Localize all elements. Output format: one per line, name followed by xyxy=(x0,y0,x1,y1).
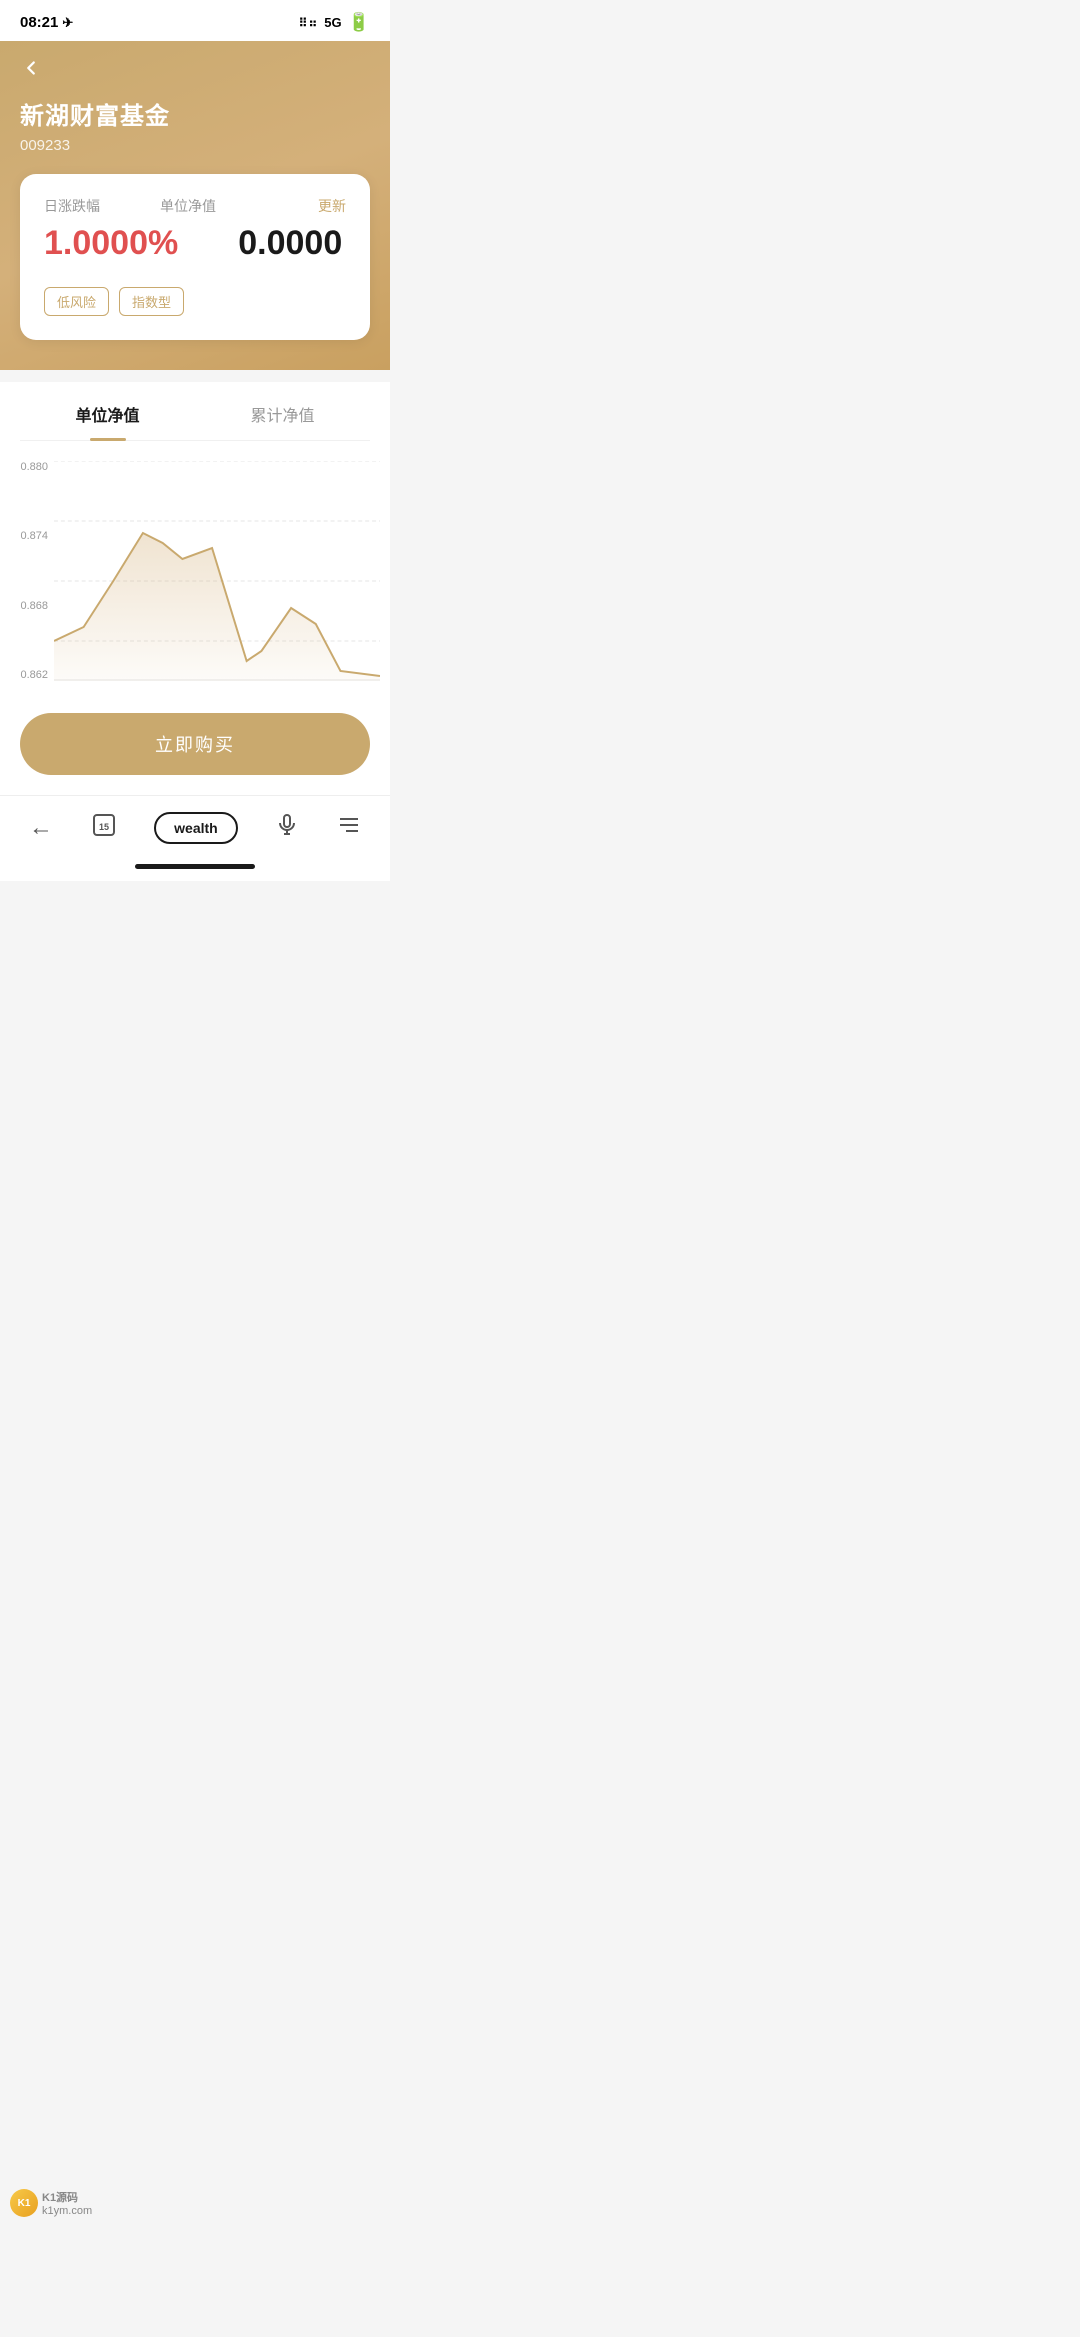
change-value: 1.0000% xyxy=(44,224,178,263)
tabs-section: 单位净值 累计净值 xyxy=(0,382,390,441)
y-label-3: 0.862 xyxy=(10,669,48,681)
fund-code: 009233 xyxy=(20,137,370,154)
watermark: K1 K1源码 k1ym.com xyxy=(10,2189,92,2217)
chart-svg xyxy=(54,461,380,681)
nav-mic-icon xyxy=(275,813,299,843)
nav-value: 0.0000 xyxy=(238,224,342,263)
chart-area xyxy=(54,461,380,681)
nav-wealth-button[interactable]: wealth xyxy=(144,808,248,848)
tag-low-risk: 低风险 xyxy=(44,287,109,316)
nav-back-icon: ← xyxy=(29,814,53,842)
nav-menu-icon xyxy=(337,813,361,843)
wealth-label: wealth xyxy=(154,812,238,844)
chart-section: 0.880 0.874 0.868 0.862 xyxy=(0,441,390,697)
fund-info-card: 日涨跌幅 单位净值 更新 1.0000% 0.0000 低风险 指数型 xyxy=(20,174,370,340)
tab-unit-nav[interactable]: 单位净值 xyxy=(20,402,195,440)
nav-back-button[interactable]: ← xyxy=(19,810,63,846)
buy-section: 立即购买 xyxy=(0,697,390,795)
tab-cumulative-nav[interactable]: 累计净值 xyxy=(195,402,370,440)
network-label: 5G xyxy=(324,15,341,30)
nav-home-icon: 15 xyxy=(91,812,117,844)
status-right: ⠿⠶ 5G 🔋 xyxy=(299,12,370,33)
nav-home-button[interactable]: 15 xyxy=(81,808,127,848)
status-left: 08:21 ✈ xyxy=(20,14,73,31)
battery-icon: 🔋 xyxy=(348,12,370,33)
status-bar: 08:21 ✈ ⠿⠶ 5G 🔋 xyxy=(0,0,390,41)
location-icon: ✈ xyxy=(62,15,73,31)
time-label: 08:21 xyxy=(20,14,58,31)
chart-fill xyxy=(54,533,380,681)
card-labels: 日涨跌幅 单位净值 xyxy=(44,196,216,216)
home-bar xyxy=(135,864,255,869)
nav-mic-button[interactable] xyxy=(265,809,309,847)
hero-section: 新湖财富基金 009233 日涨跌幅 单位净值 更新 1.0000% 0.000… xyxy=(0,41,390,370)
nav-label: 单位净值 xyxy=(160,196,216,216)
home-indicator xyxy=(0,856,390,881)
update-button[interactable]: 更新 xyxy=(318,196,346,216)
fund-name: 新湖财富基金 xyxy=(20,96,370,131)
card-values: 1.0000% 0.0000 xyxy=(44,224,346,263)
bottom-nav: ← 15 wealth xyxy=(0,795,390,856)
tag-index-type: 指数型 xyxy=(119,287,184,316)
buy-button[interactable]: 立即购买 xyxy=(20,713,370,775)
tag-container: 低风险 指数型 xyxy=(44,287,346,316)
svg-text:15: 15 xyxy=(98,822,108,832)
card-header: 日涨跌幅 单位净值 更新 xyxy=(44,196,346,216)
chart-y-labels: 0.880 0.874 0.868 0.862 xyxy=(10,461,48,681)
y-label-0: 0.880 xyxy=(10,461,48,473)
watermark-text: K1源码 k1ym.com xyxy=(42,2189,92,2217)
y-label-2: 0.868 xyxy=(10,600,48,612)
watermark-logo: K1 xyxy=(10,2189,38,2217)
chart-wrapper: 0.880 0.874 0.868 0.862 xyxy=(10,461,380,681)
y-label-1: 0.874 xyxy=(10,530,48,542)
tabs-row: 单位净值 累计净值 xyxy=(20,382,370,441)
back-button[interactable] xyxy=(20,41,370,96)
nav-menu-button[interactable] xyxy=(327,809,371,847)
signal-icon: ⠿⠶ xyxy=(299,16,319,30)
change-label: 日涨跌幅 xyxy=(44,196,100,216)
